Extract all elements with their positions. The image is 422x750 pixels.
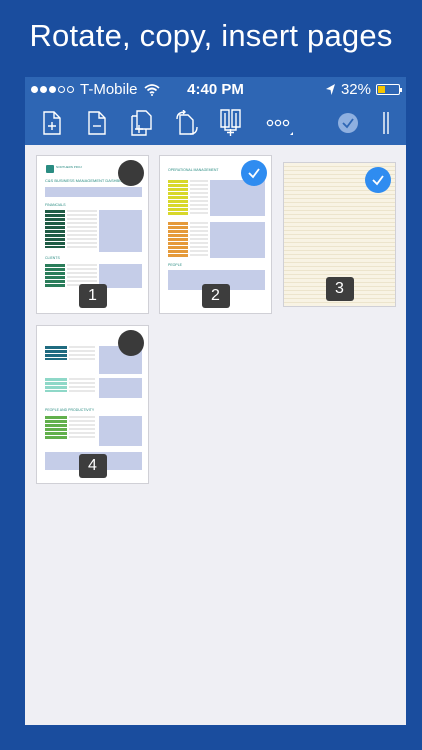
phone-screen: T-Mobile 4:40 PM 32% NORTHERN PROJ C&S B… xyxy=(25,77,406,725)
page-number-badge-2: 2 xyxy=(201,284,230,308)
insert-page-icon[interactable] xyxy=(38,109,66,137)
more-icon[interactable] xyxy=(263,109,297,137)
page1-financials: FINANCIALS xyxy=(45,203,66,207)
extract-pages-icon[interactable] xyxy=(218,109,246,137)
page-number-badge-1: 1 xyxy=(78,284,107,308)
checkmark-icon xyxy=(372,175,384,186)
rotate-page-icon[interactable] xyxy=(173,109,201,137)
toolbar xyxy=(25,103,406,145)
headline: Rotate, copy, insert pages xyxy=(29,18,393,53)
page-number-badge-4: 4 xyxy=(78,454,107,478)
page1-clients: CLIENTS xyxy=(45,256,60,260)
copy-page-icon[interactable] xyxy=(128,109,156,137)
done-checkmark-icon[interactable] xyxy=(334,109,362,137)
checkmark-icon xyxy=(248,168,260,179)
select-circle-1[interactable] xyxy=(118,160,144,186)
page-grid: NORTHERN PROJ C&S BUSINESS MANAGEMENT DA… xyxy=(25,145,406,725)
page2-people: PEOPLE xyxy=(168,263,183,267)
battery-fill xyxy=(378,86,386,93)
page2-ops: OPERATIONAL MANAGEMENT xyxy=(168,168,219,172)
select-checkmark-3[interactable] xyxy=(365,167,391,193)
select-circle-4[interactable] xyxy=(118,330,144,356)
status-bar: T-Mobile 4:40 PM 32% xyxy=(25,77,406,103)
delete-page-icon[interactable] xyxy=(83,109,111,137)
page1-title: C&S BUSINESS MANAGEMENT DASHBOARD xyxy=(45,178,131,183)
page-thumbnail-3[interactable]: 3 xyxy=(283,162,396,307)
select-checkmark-2[interactable] xyxy=(241,160,267,186)
page1-brand: NORTHERN PROJ xyxy=(56,165,82,169)
battery-percent: 32% xyxy=(340,81,371,98)
page-thumbnail-1[interactable]: NORTHERN PROJ C&S BUSINESS MANAGEMENT DA… xyxy=(36,155,149,314)
page-thumbnail-2[interactable]: OPERATIONAL MANAGEMENT PEOPLE 2 xyxy=(159,155,272,314)
sidebar-toggle-icon[interactable] xyxy=(377,109,395,137)
page-thumbnail-4[interactable]: PEOPLE AND PRODUCTIVITY 4 xyxy=(36,325,149,484)
location-arrow-icon xyxy=(325,84,335,95)
battery-icon xyxy=(376,84,402,95)
logo-icon xyxy=(46,165,54,173)
page-number-badge-3: 3 xyxy=(325,277,354,301)
page4-people: PEOPLE AND PRODUCTIVITY xyxy=(45,408,95,412)
